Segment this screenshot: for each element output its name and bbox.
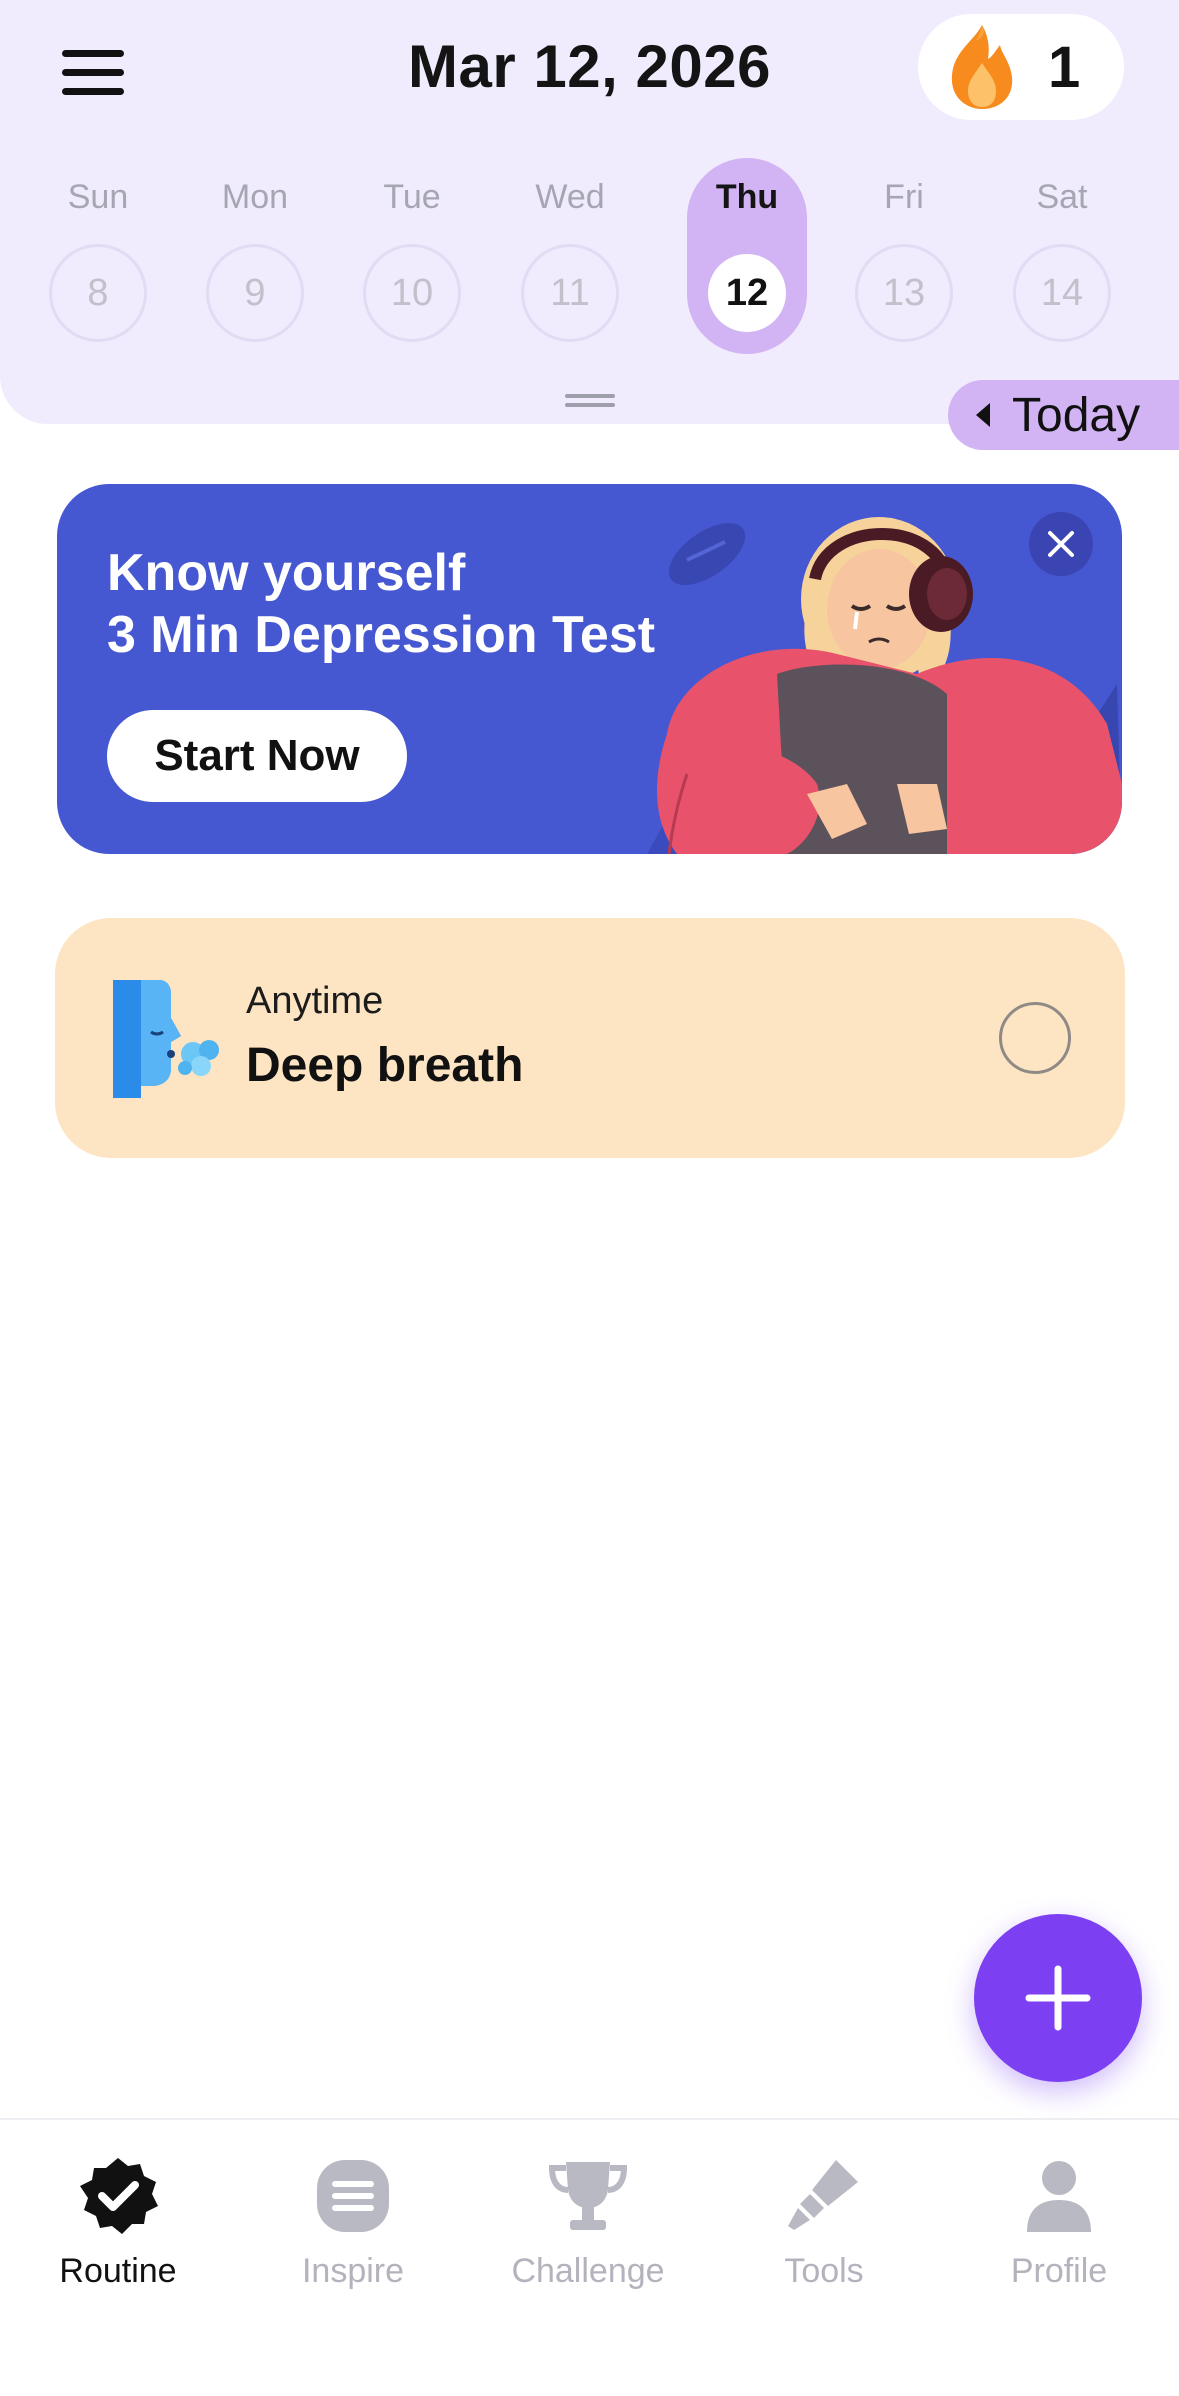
streak-badge[interactable]: 1 [918,14,1124,120]
person-icon [1027,2161,1091,2232]
week-strip: Sun 8 Mon 9 Tue 10 Wed 11 Thu 12 Fri 13 … [38,158,1142,354]
day-wed[interactable]: Wed 11 [510,158,630,354]
flame-icon [951,25,1013,109]
header: Mar 12, 2026 1 Sun 8 Mon 9 Tue 10 Wed 11… [0,0,1179,424]
close-icon [1048,531,1074,557]
drag-handle[interactable] [565,394,615,410]
task-name: Deep breath [246,1039,524,1092]
streak-count: 1 [1048,34,1081,100]
brush-icon [788,2160,858,2230]
check-badge-icon [80,2158,158,2234]
nav-routine[interactable]: Routine [0,2120,236,2320]
start-now-button[interactable]: Start Now [107,710,407,802]
depression-test-banner[interactable]: Know yourself 3 Min Depression Test Star… [57,484,1122,854]
day-fri[interactable]: Fri 13 [844,158,964,354]
task-time: Anytime [246,980,384,1022]
day-thu-selected[interactable]: Thu 12 [687,158,807,354]
day-sat[interactable]: Sat 14 [1002,158,1122,354]
add-habit-button[interactable] [974,1914,1142,2082]
app-screen: Mar 12, 2026 1 Sun 8 Mon 9 Tue 10 Wed 11… [0,0,1179,2396]
list-icon [317,2160,389,2232]
task-complete-checkbox[interactable] [999,1002,1071,1074]
day-mon[interactable]: Mon 9 [195,158,315,354]
task-card-deep-breath[interactable]: Anytime Deep breath [55,918,1125,1158]
close-banner-button[interactable] [1029,512,1093,576]
day-sun[interactable]: Sun 8 [38,158,158,354]
nav-profile[interactable]: Profile [941,2120,1177,2320]
bottom-navigation: Routine Inspire Challenge Tools Profile [0,2118,1179,2396]
today-button[interactable]: Today [948,380,1179,450]
nav-challenge[interactable]: Challenge [470,2120,706,2320]
caret-left-icon [976,403,990,427]
trophy-icon [548,2162,628,2230]
breath-face-icon [113,980,219,1098]
today-label: Today [1012,388,1141,442]
day-tue[interactable]: Tue 10 [352,158,472,354]
plus-icon [1025,1965,1091,2031]
banner-title: Know yourself 3 Min Depression Test [107,544,656,664]
nav-tools[interactable]: Tools [706,2120,942,2320]
nav-inspire[interactable]: Inspire [235,2120,471,2320]
